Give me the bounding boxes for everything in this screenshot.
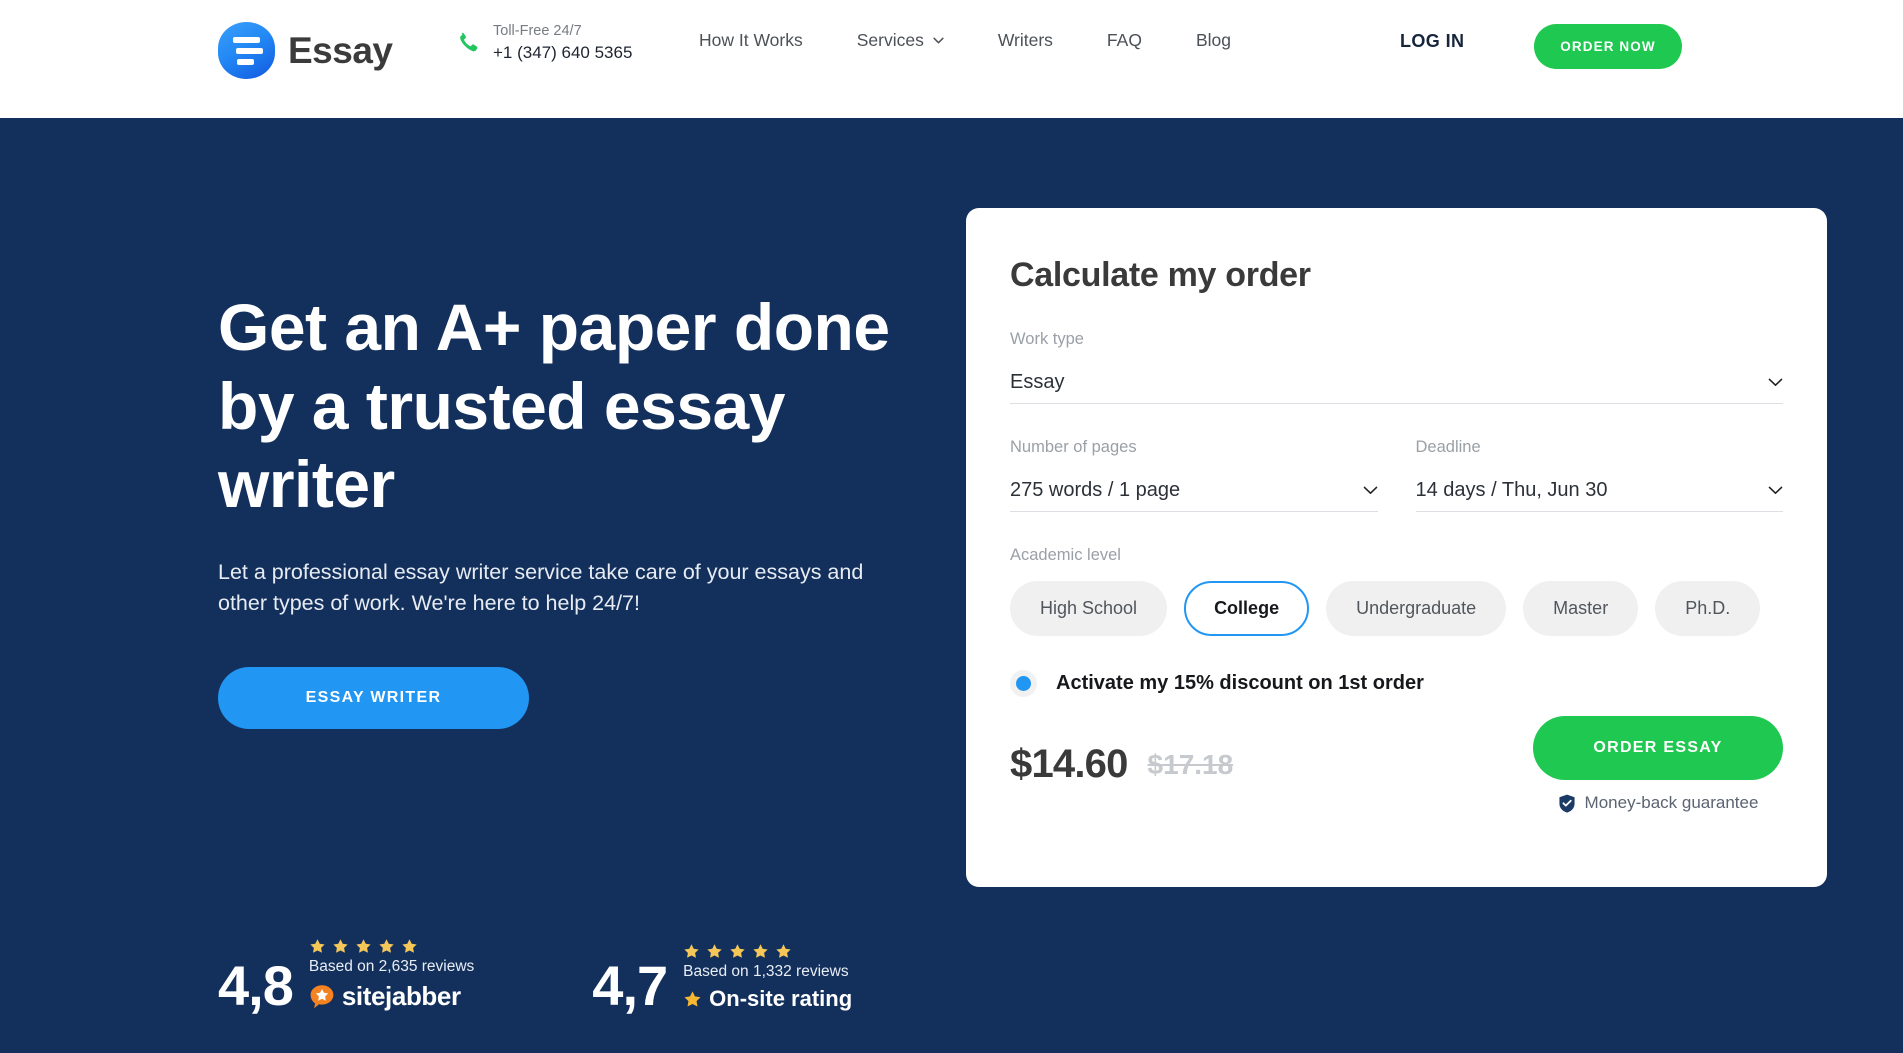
star-icon bbox=[310, 939, 325, 953]
rating-brand-name: On-site rating bbox=[709, 986, 853, 1011]
work-type-value: Essay bbox=[1010, 371, 1065, 393]
order-essay-button[interactable]: ORDER ESSAY bbox=[1533, 716, 1783, 780]
star-icon bbox=[730, 944, 745, 958]
rating-reviews: Based on 1,332 reviews bbox=[683, 963, 849, 980]
nav-item-faq[interactable]: FAQ bbox=[1080, 30, 1169, 51]
nav-label: FAQ bbox=[1106, 30, 1142, 50]
work-type-label: Work type bbox=[1010, 330, 1084, 348]
level-option-phd[interactable]: Ph.D. bbox=[1655, 581, 1761, 636]
rating-score: 4,7 bbox=[592, 954, 668, 1018]
site-logo[interactable]: Essay bbox=[218, 22, 393, 79]
deadline-label: Deadline bbox=[1415, 438, 1481, 456]
rating-reviews: Based on 2,635 reviews bbox=[308, 958, 475, 975]
price-current: $14.60 bbox=[1010, 742, 1128, 786]
chevron-down-icon bbox=[933, 37, 944, 44]
hero-title: Get an A+ paper done by a trusted essay … bbox=[218, 290, 890, 522]
discount-toggle[interactable]: Activate my 15% discount on 1st order bbox=[1010, 670, 1783, 697]
rating-sitejabber: 4,8 Based on 2,635 reviews sitejabber bbox=[218, 938, 475, 1018]
sitejabber-star-bubble-icon bbox=[310, 984, 334, 1008]
essay-writer-button[interactable]: ESSAY WRITER bbox=[218, 666, 529, 729]
level-option-high-school[interactable]: High School bbox=[1010, 581, 1168, 636]
chevron-down-icon bbox=[1363, 486, 1377, 494]
login-link[interactable]: LOG IN bbox=[1400, 31, 1464, 52]
star-icon bbox=[402, 939, 417, 953]
order-now-button[interactable]: ORDER NOW bbox=[1534, 24, 1682, 69]
order-calculator-card: Calculate my order Work type Essay Numbe… bbox=[966, 208, 1827, 887]
phone-block[interactable]: Toll-Free 24/7 +1 (347) 640 5365 bbox=[455, 22, 632, 65]
logo-bar-2 bbox=[235, 47, 263, 54]
nav-item-services[interactable]: Services bbox=[830, 30, 971, 51]
calculator-title: Calculate my order bbox=[1010, 256, 1311, 294]
guarantee-text: Money-back guarantee bbox=[1584, 793, 1759, 812]
nav-item-how-it-works[interactable]: How It Works bbox=[672, 30, 830, 51]
deadline-field: Deadline 14 days / Thu, Jun 30 bbox=[1415, 438, 1783, 512]
chevron-down-icon bbox=[1768, 486, 1783, 494]
star-icon bbox=[753, 944, 768, 958]
level-option-college[interactable]: College bbox=[1184, 581, 1310, 636]
rating-score: 4,8 bbox=[218, 954, 294, 1018]
pages-select[interactable]: 275 words / 1 page bbox=[1010, 470, 1378, 512]
phone-icon bbox=[460, 33, 478, 52]
star-icon bbox=[356, 939, 371, 953]
phone-number: +1 (347) 640 5365 bbox=[493, 42, 633, 62]
star-icon bbox=[379, 939, 394, 953]
landing-page: Essay Toll-Free 24/7 +1 (347) 640 5365 H… bbox=[0, 0, 1903, 1053]
nav-label: Blog bbox=[1195, 30, 1231, 50]
discount-label: Activate my 15% discount on 1st order bbox=[1056, 672, 1424, 694]
essay-lines-logo-icon bbox=[218, 22, 275, 79]
level-option-undergraduate[interactable]: Undergraduate bbox=[1326, 581, 1507, 636]
rating-on-site: 4,7 Based on 1,332 reviews On-site ratin… bbox=[592, 938, 853, 1018]
hero-subtitle: Let a professional essay writer service … bbox=[218, 559, 864, 616]
level-option-master[interactable]: Master bbox=[1523, 581, 1639, 636]
price-original: $17.18 bbox=[1147, 748, 1234, 780]
star-rating bbox=[683, 943, 852, 960]
star-icon bbox=[333, 939, 348, 953]
star-icon bbox=[684, 990, 701, 1007]
discount-radio[interactable] bbox=[1010, 670, 1037, 697]
deadline-select[interactable]: 14 days / Thu, Jun 30 bbox=[1415, 470, 1783, 512]
work-type-select[interactable]: Essay bbox=[1010, 362, 1783, 404]
pages-field: Number of pages 275 words / 1 page bbox=[1010, 438, 1378, 512]
work-type-field: Work type Essay bbox=[1010, 330, 1783, 404]
phone-label: Toll-Free 24/7 bbox=[493, 23, 582, 39]
star-icon bbox=[776, 944, 791, 958]
pages-deadline-row: Number of pages 275 words / 1 page Deadl… bbox=[1010, 438, 1783, 512]
radio-dot bbox=[1016, 676, 1031, 691]
nav-item-writers[interactable]: Writers bbox=[971, 30, 1080, 51]
star-icon bbox=[684, 944, 699, 958]
academic-level-field: Academic level High School College Under… bbox=[1010, 546, 1783, 636]
main-nav: How It Works Services Writers FAQ Blog bbox=[672, 30, 1258, 51]
nav-label: How It Works bbox=[699, 30, 803, 50]
chevron-down-icon bbox=[1768, 378, 1783, 386]
logo-bar-3 bbox=[237, 58, 254, 65]
ratings-section: 4,8 Based on 2,635 reviews sitejabber 4,… bbox=[218, 938, 853, 1018]
academic-level-label: Academic level bbox=[1010, 546, 1121, 564]
pages-value: 275 words / 1 page bbox=[1010, 479, 1181, 501]
shield-check-icon bbox=[1558, 794, 1575, 813]
nav-item-blog[interactable]: Blog bbox=[1169, 30, 1258, 51]
logo-text: Essay bbox=[288, 29, 393, 71]
rating-brand-name: sitejabber bbox=[341, 981, 461, 1011]
deadline-value: 14 days / Thu, Jun 30 bbox=[1415, 479, 1608, 501]
pages-label: Number of pages bbox=[1010, 438, 1137, 456]
logo-bar-1 bbox=[233, 36, 260, 43]
hero-section: Get an A+ paper done by a trusted essay … bbox=[218, 288, 918, 729]
site-header: Essay Toll-Free 24/7 +1 (347) 640 5365 H… bbox=[0, 0, 1903, 118]
star-rating bbox=[309, 938, 474, 955]
star-icon bbox=[707, 944, 722, 958]
money-back-guarantee: Money-back guarantee bbox=[1558, 793, 1759, 813]
nav-label: Services bbox=[856, 30, 924, 50]
price-row: $14.60 $17.18 ORDER ESSAY Money-back gua… bbox=[1010, 716, 1783, 813]
nav-label: Writers bbox=[997, 30, 1053, 50]
academic-level-options: High School College Undergraduate Master… bbox=[1010, 581, 1783, 636]
